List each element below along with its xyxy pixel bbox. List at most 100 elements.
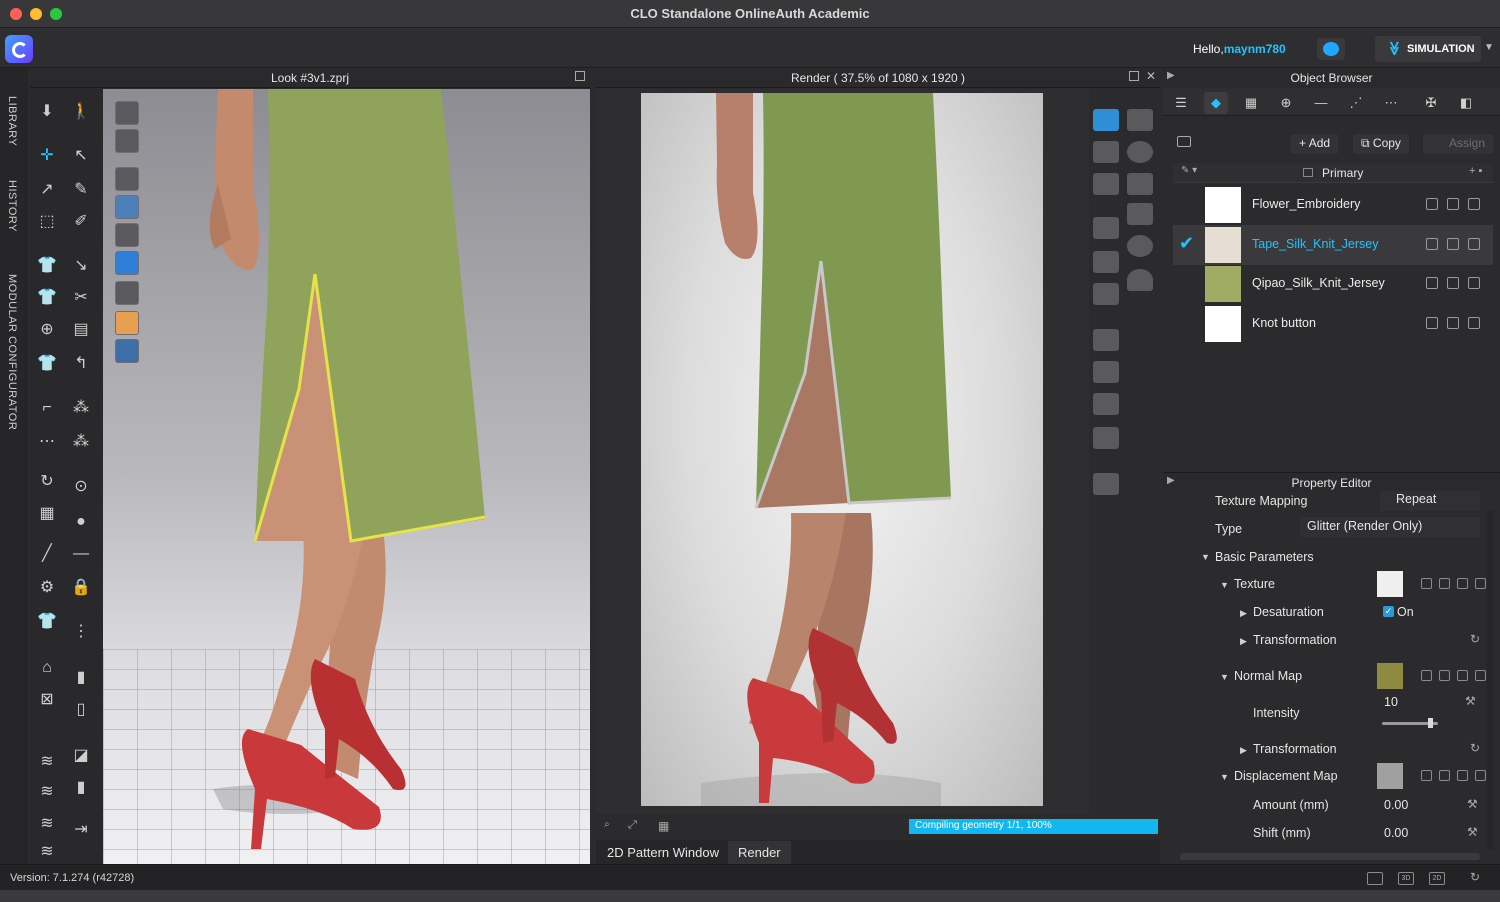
avatar-tool-icon[interactable]: ⚙ — [34, 575, 60, 601]
zipper-tool-icon[interactable]: ▦ — [34, 501, 60, 527]
normal-map-thumbnail[interactable] — [1377, 663, 1403, 689]
fabric-more-icon[interactable] — [1468, 238, 1480, 250]
measure-tool-icon[interactable]: 👕 — [34, 609, 60, 635]
clo-logo-icon[interactable] — [5, 35, 33, 63]
cut-tool-icon[interactable]: ✂ — [68, 285, 94, 311]
stitch-tool-icon[interactable]: ◪ — [68, 743, 94, 769]
3d-viewport[interactable] — [103, 89, 590, 864]
transformation-2-reset-icon[interactable]: ↻ — [1470, 741, 1480, 755]
displacement-map-thumbnail[interactable] — [1377, 763, 1403, 789]
normal-map-expand-icon[interactable]: ▼ — [1220, 672, 1229, 682]
render-brush-icon[interactable] — [1127, 173, 1153, 195]
transformation-2-expand-icon[interactable]: ▶ — [1240, 745, 1247, 756]
pattern-tool-icon[interactable]: ⌐ — [34, 395, 60, 421]
sewing-tool-icon[interactable]: ↻ — [34, 469, 60, 495]
fabric-row[interactable]: Knot button — [1173, 304, 1493, 344]
fold-lines-icon[interactable]: ≋ — [34, 749, 60, 775]
fold-lines-3-icon[interactable]: ≋ — [34, 811, 60, 837]
tab-modular-configurator[interactable]: MODULAR CONFIGURATOR — [6, 274, 18, 430]
tack-tool-icon[interactable]: ↘ — [68, 253, 94, 279]
simulation-tool-icon[interactable]: ⬇ — [34, 99, 60, 125]
walk-tool-icon[interactable]: 🚶 — [68, 99, 94, 125]
fabric-more-icon[interactable] — [1468, 198, 1480, 210]
line-tab-icon[interactable]: — — [1309, 92, 1333, 114]
render-dome-icon[interactable] — [1127, 269, 1153, 291]
fabric-more-icon[interactable] — [1468, 317, 1480, 329]
seam-tool-icon[interactable]: ⋯ — [34, 429, 60, 455]
fabric-add-icon[interactable] — [1426, 317, 1438, 329]
fabric-swatch[interactable] — [1205, 306, 1241, 342]
render-light-icon[interactable] — [1127, 203, 1153, 225]
button-tab-icon[interactable]: ⊕ — [1274, 92, 1298, 114]
displacement-more-icon[interactable] — [1475, 770, 1486, 781]
assign-button[interactable]: Assign — [1423, 134, 1493, 154]
simulation-dropdown-icon[interactable]: ▼ — [1484, 42, 1494, 53]
puckering-tool-icon[interactable]: ⁂ — [68, 395, 94, 421]
fold-lines-4-icon[interactable]: ≋ — [34, 839, 60, 865]
render-clapper-icon[interactable] — [1093, 173, 1119, 195]
desaturation-checkbox[interactable]: ✓ — [1383, 606, 1394, 617]
shade-tool-icon[interactable]: ▮ — [68, 775, 94, 801]
displacement-map-expand-icon[interactable]: ▼ — [1220, 772, 1229, 782]
tab-2d-pattern-window[interactable]: 2D Pattern Window — [607, 845, 719, 860]
view-shirt-icon[interactable] — [115, 167, 139, 191]
view-globe-icon[interactable] — [115, 339, 139, 363]
shirt-icon[interactable]: 👕 — [34, 285, 60, 311]
fabric-apply-icon[interactable] — [1447, 198, 1459, 210]
button-tool-icon[interactable]: ⊙ — [68, 474, 94, 500]
render-camera-settings-icon[interactable] — [1093, 361, 1119, 383]
view-skin-icon[interactable] — [115, 311, 139, 335]
texture-tab-icon[interactable]: ▦ — [1239, 92, 1263, 114]
render-image-icon[interactable] — [1093, 283, 1119, 305]
fold-lines-2-icon[interactable]: ≋ — [34, 779, 60, 805]
pin-tool-icon[interactable]: ✎ — [68, 177, 94, 203]
colorway-row[interactable]: ✎ ▾ Primary + ▪ — [1173, 163, 1493, 183]
texture-more-icon[interactable] — [1475, 578, 1486, 589]
colorway-add-icon[interactable]: + ▪ — [1469, 165, 1482, 177]
displacement-grid-icon[interactable] — [1421, 770, 1432, 781]
copy-button[interactable]: ⧉ Copy — [1353, 134, 1409, 154]
normal-map-clear-icon[interactable] — [1457, 670, 1468, 681]
texture-tool-icon[interactable]: ⁂ — [68, 429, 94, 455]
view-avatar-icon[interactable] — [115, 101, 139, 125]
avatar-3d-model[interactable] — [103, 89, 590, 864]
ruler-tool-icon[interactable]: — — [68, 541, 94, 567]
transformation-expand-icon[interactable]: ▶ — [1240, 636, 1247, 647]
username[interactable]: maynm780 — [1224, 42, 1286, 56]
buttonhole-tool-icon[interactable]: ● — [68, 509, 94, 535]
intensity-slider-thumb[interactable] — [1428, 718, 1433, 728]
edit-colorway-icon[interactable]: ✎ ▾ — [1181, 165, 1197, 176]
render-expand-icon[interactable] — [1129, 71, 1139, 81]
amount-value[interactable]: 0.00 — [1384, 798, 1408, 812]
displacement-open-icon[interactable] — [1439, 770, 1450, 781]
refresh-icon[interactable]: ↻ — [1470, 870, 1480, 884]
property-editor-scrollbar[interactable] — [1487, 510, 1494, 850]
lock-tool-icon[interactable]: 🔒 — [68, 575, 94, 601]
tab-library[interactable]: LIBRARY — [6, 96, 18, 146]
fabric-swatch[interactable] — [1205, 266, 1241, 302]
select-move-tool-icon[interactable]: ✛ — [34, 143, 60, 169]
view-fabric-icon[interactable] — [115, 251, 139, 275]
render-video-settings-icon[interactable] — [1093, 427, 1119, 449]
add-garment-icon[interactable]: ⊕ — [34, 317, 60, 343]
fabric-tab-icon[interactable]: ◆ — [1204, 92, 1228, 114]
shift-value[interactable]: 0.00 — [1384, 826, 1408, 840]
view-garment-icon[interactable] — [115, 129, 139, 153]
fabric-swatch[interactable] — [1205, 227, 1241, 263]
render-image-settings-icon[interactable] — [1093, 329, 1119, 351]
fabric-row[interactable]: ✔ Tape_Silk_Knit_Jersey — [1173, 225, 1493, 265]
box-select-tool-icon[interactable]: ⬚ — [34, 209, 60, 235]
fabric-apply-icon[interactable] — [1447, 238, 1459, 250]
garment-fit-icon[interactable]: 👕 — [34, 253, 60, 279]
fabric-apply-icon[interactable] — [1447, 317, 1459, 329]
basic-parameters-expand-icon[interactable]: ▼ — [1201, 552, 1210, 562]
texture-expand-icon[interactable]: ▼ — [1220, 580, 1229, 590]
expand-window-icon[interactable] — [575, 71, 585, 81]
trim-tab-icon[interactable]: ✠ — [1419, 92, 1443, 114]
view-texture-icon[interactable] — [115, 195, 139, 219]
environment-globe-icon[interactable] — [1127, 141, 1153, 163]
zip-tool-icon[interactable]: ⋮ — [68, 619, 94, 645]
select-mesh-tool-icon[interactable]: ↖ — [68, 143, 94, 169]
texture-thumbnail[interactable] — [1377, 571, 1403, 597]
fabric-row[interactable]: Qipao_Silk_Knit_Jersey — [1173, 264, 1493, 304]
